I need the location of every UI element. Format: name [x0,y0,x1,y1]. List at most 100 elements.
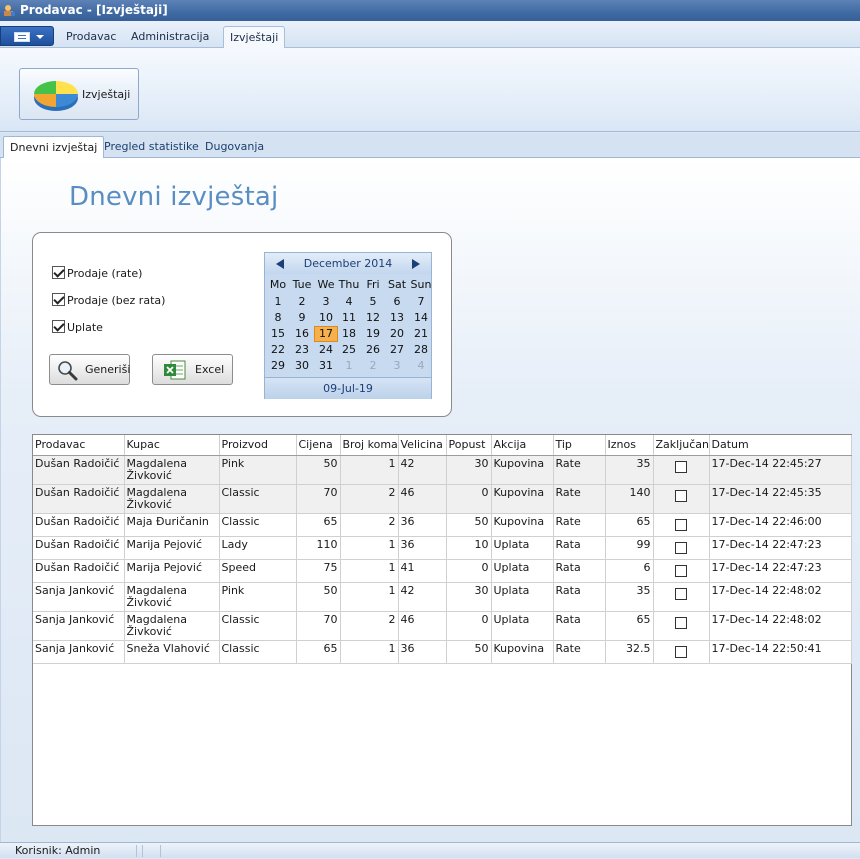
column-header[interactable]: Iznos [605,435,654,456]
calendar-day[interactable]: 13 [385,310,409,326]
table-cell: 50 [296,582,341,612]
column-header[interactable]: Datum [709,435,852,456]
calendar-day[interactable]: 22 [266,342,290,358]
calendar-day[interactable]: 2 [290,294,314,310]
column-header[interactable]: Broj komad [340,435,399,456]
ribbon-tab-izvjestaji[interactable]: Izvještaji [223,26,286,48]
table-cell: Uplata [491,536,554,560]
calendar-day[interactable]: 24 [314,342,338,358]
locked-checkbox[interactable] [675,518,687,531]
tab-dugovanja[interactable]: Dugovanja [199,136,270,158]
calendar-day[interactable]: 2 [361,358,385,374]
calendar-day[interactable]: 4 [337,294,361,310]
checkbox-prodaje-rate[interactable]: Prodaje (rate) [52,266,142,282]
calendar-day[interactable]: 3 [314,294,338,310]
calendar-day[interactable]: 28 [409,342,433,358]
column-header[interactable]: Zaključano [653,435,710,456]
calendar-day[interactable]: 1 [266,294,290,310]
calendar-day[interactable]: 5 [361,294,385,310]
locked-checkbox[interactable] [675,460,687,473]
calendar-day[interactable]: 12 [361,310,385,326]
table-row[interactable]: Dušan Radoičić Magdalena Živković Classic 7… [33,484,852,514]
checkbox-box[interactable] [52,266,65,279]
table-row[interactable]: Dušan Radoičić Marija Pejović Lady 110 1 36 10… [33,536,852,560]
app-menu-button[interactable] [0,26,54,46]
table-row[interactable]: Dušan Radoičić Maja Đuričanin Classic 65 2 36… [33,513,852,537]
table-header-row: ProdavacKupacProizvodCijenaBroj komadVel… [33,435,852,456]
table-cell: Magdalena Živković [124,484,220,514]
table-cell: Lady [219,536,297,560]
column-header[interactable]: Cijena [296,435,341,456]
locked-checkbox[interactable] [675,587,687,600]
calendar-next-icon[interactable] [412,259,420,269]
locked-checkbox[interactable] [675,616,687,629]
locked-checkbox[interactable] [675,564,687,577]
table-cell: Rata [553,582,606,612]
calendar-day[interactable]: 27 [385,342,409,358]
table-cell: 17-Dec-14 22:47:23 [709,536,852,560]
table-cell: 2 [340,611,399,641]
checkbox-box[interactable] [52,293,65,306]
calendar-day[interactable]: 4 [409,358,433,374]
column-header[interactable]: Velicina [398,435,447,456]
reports-button[interactable]: Izvještaji [19,68,139,120]
calendar-day[interactable]: 14 [409,310,433,326]
calendar-day[interactable]: 15 [266,326,290,342]
calendar-day[interactable]: 23 [290,342,314,358]
column-header[interactable]: Popust [446,435,492,456]
cell-locked [653,640,710,664]
excel-button[interactable]: Excel [152,354,233,385]
table-row[interactable]: Sanja Janković Magdalena Živković Pink 50 1 4… [33,582,852,612]
calendar-day[interactable]: 25 [337,342,361,358]
calendar[interactable]: December 2014 Mo Tue We Thu Fri Sat Sun 1 2 3 4 5 6 7… [264,252,432,399]
calendar-day[interactable]: 1 [337,358,361,374]
calendar-day[interactable]: 21 [409,326,433,342]
calendar-day[interactable]: 11 [337,310,361,326]
calendar-day[interactable]: 16 [290,326,314,342]
table-cell: Magdalena Živković [124,455,220,485]
column-header[interactable]: Proizvod [219,435,297,456]
calendar-day[interactable]: 10 [314,310,338,326]
calendar-day[interactable]: 26 [361,342,385,358]
calendar-day[interactable]: 8 [266,310,290,326]
calendar-day[interactable]: 18 [337,326,361,342]
calendar-prev-icon[interactable] [276,259,284,269]
ribbon-tab-administracija[interactable]: Administracija [125,26,215,48]
locked-checkbox[interactable] [675,541,687,554]
table-cell: Dušan Radoičić [33,455,125,485]
calendar-day[interactable]: 9 [290,310,314,326]
table-row[interactable]: Sanja Janković Sneža Vlahović Classic 65 1 36… [33,640,852,664]
table-row[interactable]: Dušan Radoičić Magdalena Živković Pink 50 1 4… [33,455,852,485]
checkbox-box[interactable] [52,320,65,333]
table-row[interactable]: Sanja Janković Magdalena Živković Classic 7… [33,611,852,641]
checkbox-uplate[interactable]: Uplate [52,320,103,336]
calendar-day[interactable]: 7 [409,294,433,310]
calendar-day[interactable]: 19 [361,326,385,342]
calendar-day[interactable]: 6 [385,294,409,310]
calendar-day[interactable]: 31 [314,358,338,374]
calendar-day[interactable]: 17 [314,326,338,342]
calendar-day[interactable]: 3 [385,358,409,374]
table-row[interactable]: Dušan Radoičić Marija Pejović Speed 75 1 41 0 U… [33,559,852,583]
calendar-day[interactable]: 29 [266,358,290,374]
column-header[interactable]: Kupac [124,435,220,456]
table-cell: 36 [398,513,447,537]
table-cell: Sanja Janković [33,611,125,641]
column-header[interactable]: Tip [553,435,606,456]
table-cell: Marija Pejović [124,536,220,560]
calendar-day[interactable]: 20 [385,326,409,342]
checkbox-prodaje-bez-rata[interactable]: Prodaje (bez rata) [52,293,165,309]
table-cell: Rate [553,484,606,514]
generate-button[interactable]: Generiši [49,354,130,385]
locked-checkbox[interactable] [675,489,687,502]
table-cell: Marija Pejović [124,559,220,583]
ribbon-tab-prodavac[interactable]: Prodavac [60,26,122,48]
column-header[interactable]: Akcija [491,435,554,456]
tab-pregled-statistike[interactable]: Pregled statistike [98,136,205,158]
calendar-day[interactable]: 30 [290,358,314,374]
column-header[interactable]: Prodavac [33,435,125,456]
locked-checkbox[interactable] [675,645,687,658]
tab-dnevni-izvjestaj[interactable]: Dnevni izvještaj [3,136,105,159]
calendar-today-label[interactable]: 09-Jul-19 [265,377,431,399]
table-cell: Kupovina [491,513,554,537]
